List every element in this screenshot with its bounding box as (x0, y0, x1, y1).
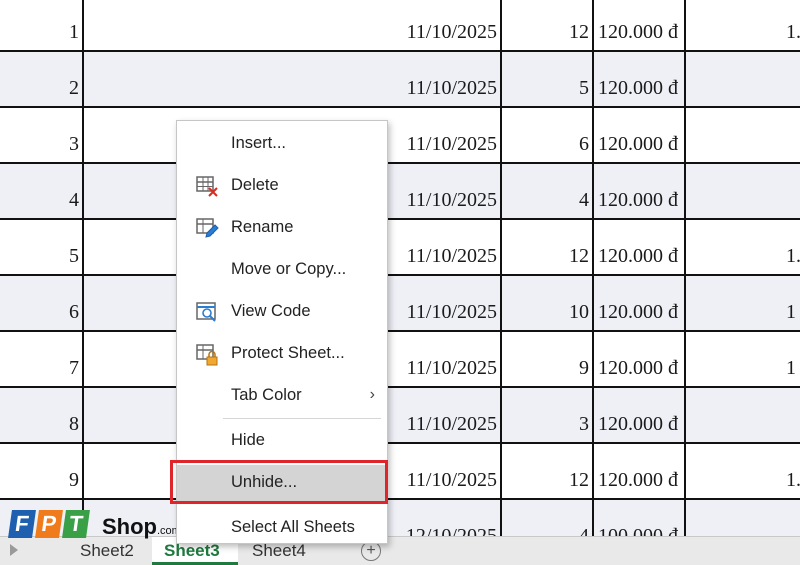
cell-price[interactable]: 120.000 đ (594, 276, 686, 330)
menu-item-insert[interactable]: Insert... (177, 126, 387, 162)
table-row[interactable]: 2 11/10/2025 5 120.000 đ (0, 52, 800, 108)
cell-extra[interactable]: 1. (686, 0, 800, 50)
cell-extra[interactable]: 1. (686, 220, 800, 274)
menu-item-select-all-sheets[interactable]: Select All Sheets (177, 510, 387, 546)
logo-letter: P (35, 510, 63, 538)
table-row[interactable]: 7 11/10/2025 9 120.000 đ 1 (0, 332, 800, 388)
cell-price[interactable]: 120.000 đ (594, 388, 686, 442)
cell-extra[interactable] (686, 164, 800, 218)
cell-qty[interactable]: 9 (502, 332, 594, 386)
cell-price[interactable]: 120.000 đ (594, 52, 686, 106)
cell-qty[interactable]: 4 (502, 164, 594, 218)
cell-stt[interactable]: 1 (0, 0, 84, 50)
chevron-right-icon: › (369, 386, 375, 403)
cell-date[interactable]: 11/10/2025 (84, 52, 502, 106)
table-row[interactable]: 5 11/10/2025 12 120.000 đ 1. (0, 220, 800, 276)
cell-qty[interactable]: 6 (502, 108, 594, 162)
menu-item-delete[interactable]: Delete (177, 168, 387, 204)
cell-extra[interactable] (686, 52, 800, 106)
view-code-icon (195, 300, 219, 324)
cell-price[interactable]: 120.000 đ (594, 0, 686, 50)
cell-qty[interactable]: 12 (502, 220, 594, 274)
cell-extra[interactable] (686, 108, 800, 162)
highlight-box (170, 460, 388, 504)
menu-item-rename[interactable]: Rename (177, 210, 387, 246)
cell-extra[interactable] (686, 388, 800, 442)
cell-qty[interactable]: 12 (502, 444, 594, 498)
sheet-tab[interactable]: Sheet2 (70, 537, 152, 565)
cell-stt[interactable]: 8 (0, 388, 84, 442)
cell-extra[interactable]: 1 (686, 332, 800, 386)
protect-sheet-icon (195, 342, 219, 366)
sheet-tab-bar: Sheet2 Sheet3 Sheet4 + (0, 536, 800, 565)
menu-item-protect-sheet[interactable]: Protect Sheet... (177, 336, 387, 372)
cell-price[interactable]: 120.000 đ (594, 164, 686, 218)
menu-item-view-code[interactable]: View Code (177, 294, 387, 330)
cell-stt[interactable]: 7 (0, 332, 84, 386)
cell-extra[interactable]: 1 (686, 276, 800, 330)
cell-qty[interactable]: 3 (502, 388, 594, 442)
table-row[interactable]: 1 11/10/2025 12 120.000 đ 1. (0, 0, 800, 52)
cell-stt[interactable]: 9 (0, 444, 84, 498)
menu-item-move-copy[interactable]: Move or Copy... (177, 252, 387, 288)
table-row[interactable]: 4 11/10/2025 4 120.000 đ (0, 164, 800, 220)
cell-stt[interactable]: 4 (0, 164, 84, 218)
logo-letter: T (62, 510, 90, 538)
cell-date[interactable]: 11/10/2025 (84, 0, 502, 50)
cell-price[interactable]: 120.000 đ (594, 108, 686, 162)
menu-item-tab-color[interactable]: Tab Color › (177, 378, 387, 414)
cell-price[interactable]: 120.000 đ (594, 444, 686, 498)
table-row[interactable]: 3 11/10/2025 6 120.000 đ (0, 108, 800, 164)
cell-qty[interactable]: 12 (502, 0, 594, 50)
table-row[interactable]: 9 11/10/2025 12 120.000 đ 1. (0, 444, 800, 500)
scroll-tabs-right-icon[interactable] (10, 544, 18, 556)
cell-price[interactable]: 120.000 đ (594, 332, 686, 386)
table-row[interactable]: 6 11/10/2025 10 120.000 đ 1 (0, 276, 800, 332)
cell-extra[interactable]: 1. (686, 444, 800, 498)
cell-stt[interactable]: 3 (0, 108, 84, 162)
menu-item-hide[interactable]: Hide (177, 423, 387, 459)
cell-qty[interactable]: 10 (502, 276, 594, 330)
cell-stt[interactable]: 6 (0, 276, 84, 330)
cell-qty[interactable]: 5 (502, 52, 594, 106)
table-row[interactable]: 8 11/10/2025 3 120.000 đ (0, 388, 800, 444)
cell-stt[interactable]: 5 (0, 220, 84, 274)
menu-separator (223, 418, 381, 419)
logo-letter: F (8, 510, 36, 538)
delete-sheet-icon (195, 174, 219, 198)
rename-sheet-icon (195, 216, 219, 240)
cell-price[interactable]: 120.000 đ (594, 220, 686, 274)
spreadsheet-grid: 1 11/10/2025 12 120.000 đ 1. 2 11/10/202… (0, 0, 800, 556)
cell-stt[interactable]: 2 (0, 52, 84, 106)
